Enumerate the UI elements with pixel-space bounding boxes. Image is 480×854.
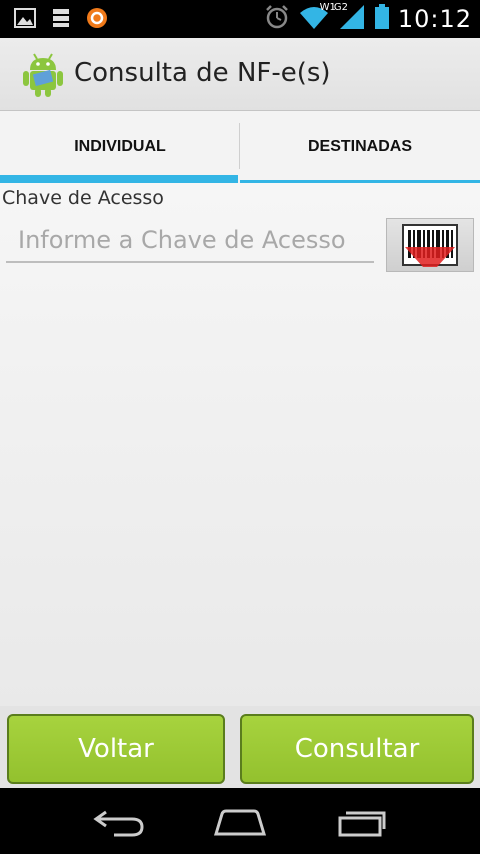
back-icon[interactable]	[92, 806, 148, 842]
storage-icon	[52, 8, 70, 32]
barcode-scan-icon	[387, 224, 473, 275]
access-key-input[interactable]	[6, 219, 374, 263]
android-nfe-icon[interactable]	[20, 50, 66, 98]
home-icon[interactable]	[212, 806, 268, 842]
page-title: Consulta de NF-e(s)	[74, 58, 331, 88]
tab-individual[interactable]: INDIVIDUAL	[0, 111, 240, 183]
status-time: 10:12	[397, 5, 472, 33]
navigation-bar	[0, 788, 480, 854]
tab-destinadas[interactable]: DESTINADAS	[240, 111, 480, 183]
barcode-scan-button[interactable]	[386, 218, 474, 272]
status-bar: W1 G2 10:12	[0, 0, 480, 38]
wifi-icon: W1	[298, 2, 336, 34]
action-bar: Consulta de NF-e(s)	[0, 38, 480, 111]
bottom-button-bar: Voltar Consultar	[0, 706, 480, 788]
signal-icon: G2	[334, 2, 366, 34]
signal-network-label: G2	[333, 2, 348, 13]
content-area: Chave de Acesso	[0, 183, 480, 706]
tab-bar: INDIVIDUAL DESTINADAS	[0, 111, 480, 183]
alarm-icon	[264, 4, 290, 34]
battery-icon	[374, 4, 390, 34]
gallery-icon	[14, 8, 36, 32]
avast-icon	[86, 7, 108, 33]
access-key-label: Chave de Acesso	[2, 187, 164, 209]
recent-apps-icon[interactable]	[334, 806, 390, 842]
back-button[interactable]: Voltar	[7, 714, 225, 784]
submit-button[interactable]: Consultar	[240, 714, 474, 784]
tab-indicator-selected	[0, 175, 238, 183]
